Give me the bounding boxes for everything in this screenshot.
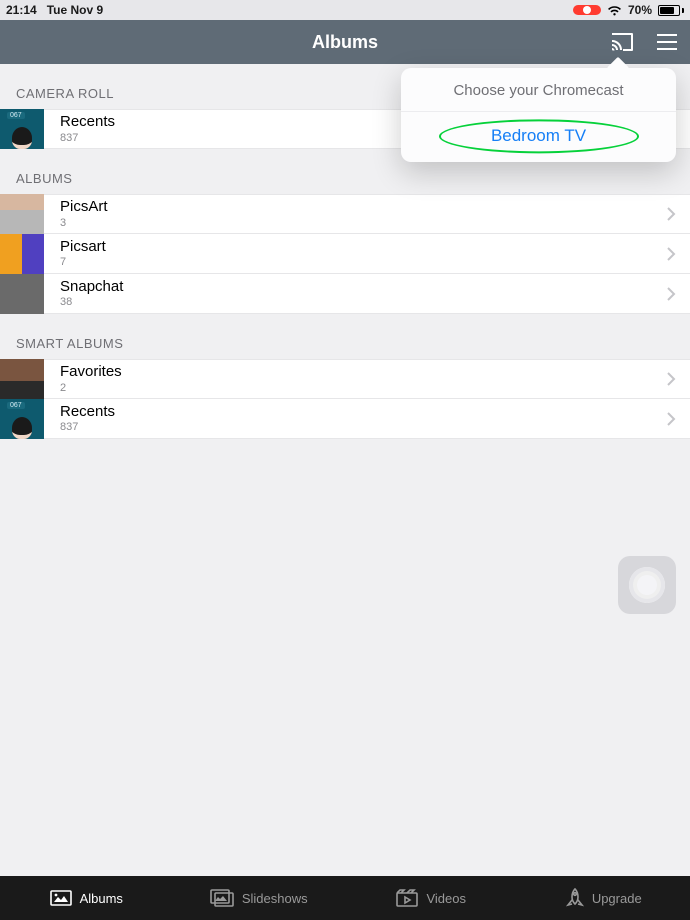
chevron-right-icon xyxy=(667,372,676,386)
tab-label: Slideshows xyxy=(242,891,308,906)
status-date: Tue Nov 9 xyxy=(47,3,103,17)
album-count: 7 xyxy=(60,256,106,268)
album-count: 837 xyxy=(60,421,115,433)
albums-icon xyxy=(50,890,72,906)
chevron-right-icon xyxy=(667,207,676,221)
album-title: Recents xyxy=(60,114,115,131)
tab-slideshows[interactable]: Slideshows xyxy=(173,876,346,920)
album-thumbnail xyxy=(0,274,44,314)
upgrade-icon xyxy=(566,888,584,908)
assistive-touch-icon xyxy=(629,567,665,603)
videos-icon xyxy=(396,889,418,907)
battery-percent: 70% xyxy=(628,3,652,17)
cast-icon[interactable] xyxy=(610,32,634,52)
album-title: Snapchat xyxy=(60,279,123,296)
nav-header: Albums xyxy=(0,20,690,64)
tab-albums[interactable]: Albums xyxy=(0,876,173,920)
popover-title: Choose your Chromecast xyxy=(401,68,676,112)
album-row[interactable]: Picsart 7 xyxy=(0,234,690,274)
page-title: Albums xyxy=(312,32,378,53)
chevron-right-icon xyxy=(667,412,676,426)
status-bar: 21:14 Tue Nov 9 70% xyxy=(0,0,690,20)
tab-label: Upgrade xyxy=(592,891,642,906)
slideshows-icon xyxy=(210,889,234,907)
wifi-icon xyxy=(607,5,622,16)
album-count: 3 xyxy=(60,217,108,229)
assistive-touch-button[interactable] xyxy=(618,556,676,614)
album-thumbnail xyxy=(0,234,44,274)
album-row[interactable]: Snapchat 38 xyxy=(0,274,690,314)
tab-label: Videos xyxy=(426,891,466,906)
chromecast-device-label: Bedroom TV xyxy=(491,126,586,145)
album-title: Favorites xyxy=(60,364,122,381)
chromecast-device[interactable]: Bedroom TV xyxy=(401,112,676,162)
album-thumbnail xyxy=(0,194,44,234)
screen-recording-indicator xyxy=(573,5,601,15)
status-time: 21:14 xyxy=(6,3,37,17)
album-thumbnail xyxy=(0,109,44,149)
tab-upgrade[interactable]: Upgrade xyxy=(518,876,690,920)
album-count: 38 xyxy=(60,296,123,308)
album-thumbnail xyxy=(0,399,44,439)
section-header-smart-albums: SMART ALBUMS xyxy=(0,314,690,359)
tab-videos[interactable]: Videos xyxy=(345,876,518,920)
album-count: 2 xyxy=(60,382,122,394)
menu-icon[interactable] xyxy=(656,34,678,50)
tab-bar: Albums Slideshows Videos Upgrade xyxy=(0,876,690,920)
chevron-right-icon xyxy=(667,287,676,301)
album-row[interactable]: Favorites 2 xyxy=(0,359,690,399)
battery-icon xyxy=(658,5,684,16)
album-row[interactable]: PicsArt 3 xyxy=(0,194,690,234)
album-title: PicsArt xyxy=(60,199,108,216)
chevron-right-icon xyxy=(667,247,676,261)
album-count: 837 xyxy=(60,132,115,144)
album-title: Picsart xyxy=(60,239,106,256)
album-title: Recents xyxy=(60,404,115,421)
album-thumbnail xyxy=(0,359,44,399)
album-row[interactable]: Recents 837 xyxy=(0,399,690,439)
chromecast-popover: Choose your Chromecast Bedroom TV xyxy=(401,68,676,162)
tab-label: Albums xyxy=(80,891,123,906)
